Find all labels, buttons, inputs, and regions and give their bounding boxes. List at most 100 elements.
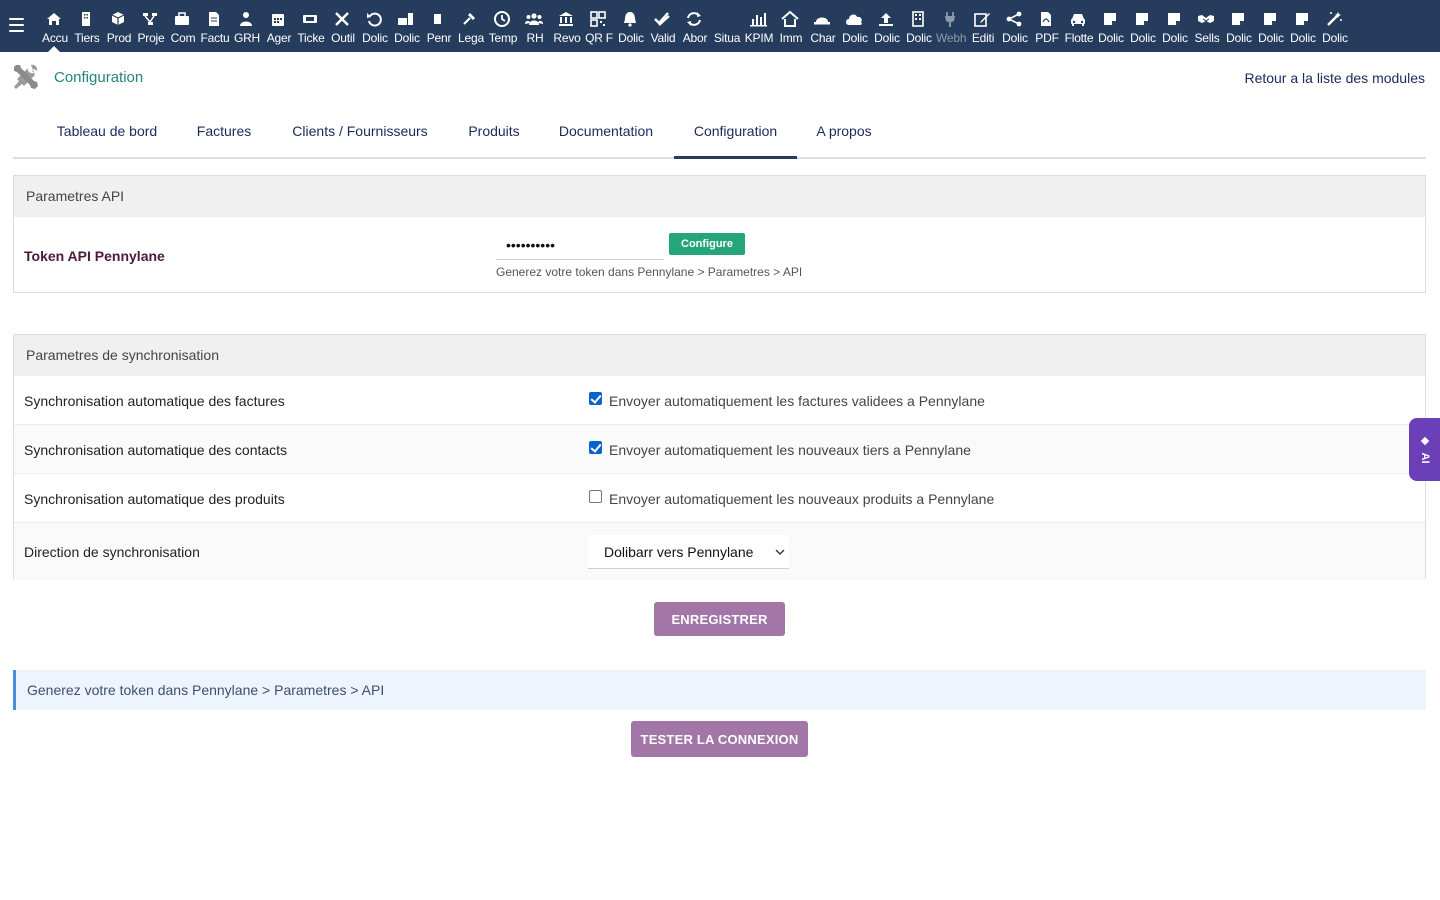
token-input[interactable]	[496, 231, 664, 260]
menu-item-26[interactable]: Dolic	[870, 0, 902, 52]
sync-row-direction: Direction de synchronisation Dolibarr ve…	[14, 523, 1425, 580]
menu-item-label: Dolic	[1290, 31, 1316, 45]
qrcode-icon	[582, 10, 614, 28]
menu-item-label: Sells	[1194, 31, 1220, 45]
tab-dashboard[interactable]: Tableau de bord	[54, 113, 160, 159]
sync-contacts-text[interactable]: Envoyer automatiquement les nouveaux tie…	[609, 442, 971, 458]
tab-invoices[interactable]: Factures	[195, 113, 253, 159]
menu-item-label: Dolic	[842, 31, 868, 45]
menu-item-22[interactable]: KPIM	[742, 0, 774, 52]
menu-item-7[interactable]: Ager	[262, 0, 294, 52]
menu-item-12[interactable]: Penr	[422, 0, 454, 52]
token-hint: Generez votre token dans Pennylane > Par…	[496, 265, 803, 279]
cube-icon	[102, 10, 134, 28]
sitemap-icon	[134, 10, 166, 28]
sync-settings-section: Parametres de synchronisation Synchronis…	[13, 334, 1426, 580]
hamburger-icon[interactable]	[9, 18, 24, 32]
sync-invoices-text[interactable]: Envoyer automatiquement les factures val…	[609, 393, 985, 409]
test-connection-button[interactable]: TESTER LA CONNEXION	[631, 721, 808, 757]
menu-item-28[interactable]: Webh	[934, 0, 966, 52]
top-navigation-bar: Accu Tiers Prod Proje Com Factu GRH Ager Ticke Ou…	[0, 0, 1440, 52]
menu-item-15[interactable]: RH	[518, 0, 550, 52]
gavel-icon	[454, 10, 486, 28]
menu-item-label: Dolic	[1098, 31, 1124, 45]
chevron-down-icon	[775, 549, 785, 555]
menu-item-40[interactable]: Dolic	[1318, 0, 1350, 52]
configure-button[interactable]: Configure	[669, 233, 745, 255]
menu-item-label: Char	[810, 31, 836, 45]
menu-item-11[interactable]: Dolic	[390, 0, 422, 52]
diamond-icon	[1420, 436, 1430, 446]
info-message: Generez votre token dans Pennylane > Par…	[13, 670, 1426, 710]
menu-item-20[interactable]: Abor	[678, 0, 710, 52]
menu-item-label: Dolic	[1130, 31, 1156, 45]
menu-item-1[interactable]: Tiers	[70, 0, 102, 52]
menu-item-21[interactable]: Situa	[710, 0, 742, 52]
briefcase-icon	[166, 10, 198, 28]
menu-item-10[interactable]: Dolic	[358, 0, 390, 52]
menu-item-25[interactable]: Dolic	[838, 0, 870, 52]
users-icon	[518, 10, 550, 28]
tab-about[interactable]: A propos	[814, 113, 874, 159]
home-icon	[38, 10, 70, 28]
menu-item-29[interactable]: Editi	[966, 0, 998, 52]
menu-item-18[interactable]: Dolic	[614, 0, 646, 52]
menu-item-30[interactable]: Dolic	[998, 0, 1030, 52]
menu-item-33[interactable]: Dolic	[1094, 0, 1126, 52]
menu-item-label: Dolic	[1322, 31, 1348, 45]
menu-item-13[interactable]: Lega	[454, 0, 486, 52]
ai-tab-label: AI	[1419, 452, 1431, 464]
menu-item-23[interactable]: Imm	[774, 0, 806, 52]
sync-icon	[678, 10, 710, 28]
menu-item-label: Webh	[936, 31, 966, 45]
menu-item-5[interactable]: Factu	[198, 0, 230, 52]
tab-products[interactable]: Produits	[466, 113, 522, 159]
menu-item-8[interactable]: Ticke	[294, 0, 326, 52]
menu-item-36[interactable]: Sells	[1190, 0, 1222, 52]
share-icon	[998, 10, 1030, 28]
menu-item-39[interactable]: Dolic	[1286, 0, 1318, 52]
building-icon	[70, 10, 102, 28]
back-to-modules-link[interactable]: Retour a la liste des modules	[1244, 70, 1425, 86]
menu-item-9[interactable]: Outil	[326, 0, 358, 52]
tab-documentation[interactable]: Documentation	[556, 113, 656, 159]
tab-configuration[interactable]: Configuration	[674, 113, 797, 159]
sync-contacts-checkbox[interactable]	[589, 441, 602, 454]
save-button[interactable]: ENREGISTRER	[654, 602, 785, 636]
menu-item-27[interactable]: Dolic	[902, 0, 934, 52]
menu-item-0[interactable]: Accu	[38, 0, 70, 52]
menu-item-17[interactable]: QR F	[582, 0, 614, 52]
sync-products-text[interactable]: Envoyer automatiquement les nouveaux pro…	[609, 491, 994, 507]
tab-clients-suppliers[interactable]: Clients / Fournisseurs	[288, 113, 432, 159]
sync-direction-select[interactable]: Dolibarr vers Pennylane	[588, 535, 789, 569]
magic-wand-icon	[1318, 10, 1350, 28]
menu-item-3[interactable]: Proje	[134, 0, 166, 52]
menu-item-38[interactable]: Dolic	[1254, 0, 1286, 52]
menu-item-35[interactable]: Dolic	[1158, 0, 1190, 52]
menu-item-label: Temp	[488, 31, 518, 45]
menu-item-label: Flotte	[1064, 31, 1094, 45]
menu-item-6[interactable]: GRH	[230, 0, 262, 52]
api-section-title: Parametres API	[14, 176, 1425, 217]
menu-item-32[interactable]: Flotte	[1062, 0, 1094, 52]
menu-item-label: Penr	[426, 31, 452, 45]
menu-item-24[interactable]: Char	[806, 0, 838, 52]
ai-assistant-tab[interactable]: AI	[1409, 418, 1440, 481]
sync-products-checkbox[interactable]	[589, 490, 602, 503]
menu-item-34[interactable]: Dolic	[1126, 0, 1158, 52]
menu-item-4[interactable]: Com	[166, 0, 198, 52]
sync-invoices-checkbox[interactable]	[589, 392, 602, 405]
sync-row-products: Synchronisation automatique des produits…	[14, 474, 1425, 523]
menu-item-14[interactable]: Temp	[486, 0, 518, 52]
menu-item-label: Dolic	[618, 31, 644, 45]
menu-item-19[interactable]: Valid	[646, 0, 678, 52]
menu-item-2[interactable]: Prod	[102, 0, 134, 52]
menu-item-16[interactable]: Revo	[550, 0, 582, 52]
menu-item-37[interactable]: Dolic	[1222, 0, 1254, 52]
sync-products-label: Synchronisation automatique des produits	[24, 491, 285, 507]
menu-item-31[interactable]: PDF	[1030, 0, 1062, 52]
sync-invoices-label: Synchronisation automatique des factures	[24, 393, 285, 409]
tools-icon	[14, 64, 38, 89]
clock-icon	[486, 10, 518, 28]
cloud-icon	[838, 10, 870, 28]
